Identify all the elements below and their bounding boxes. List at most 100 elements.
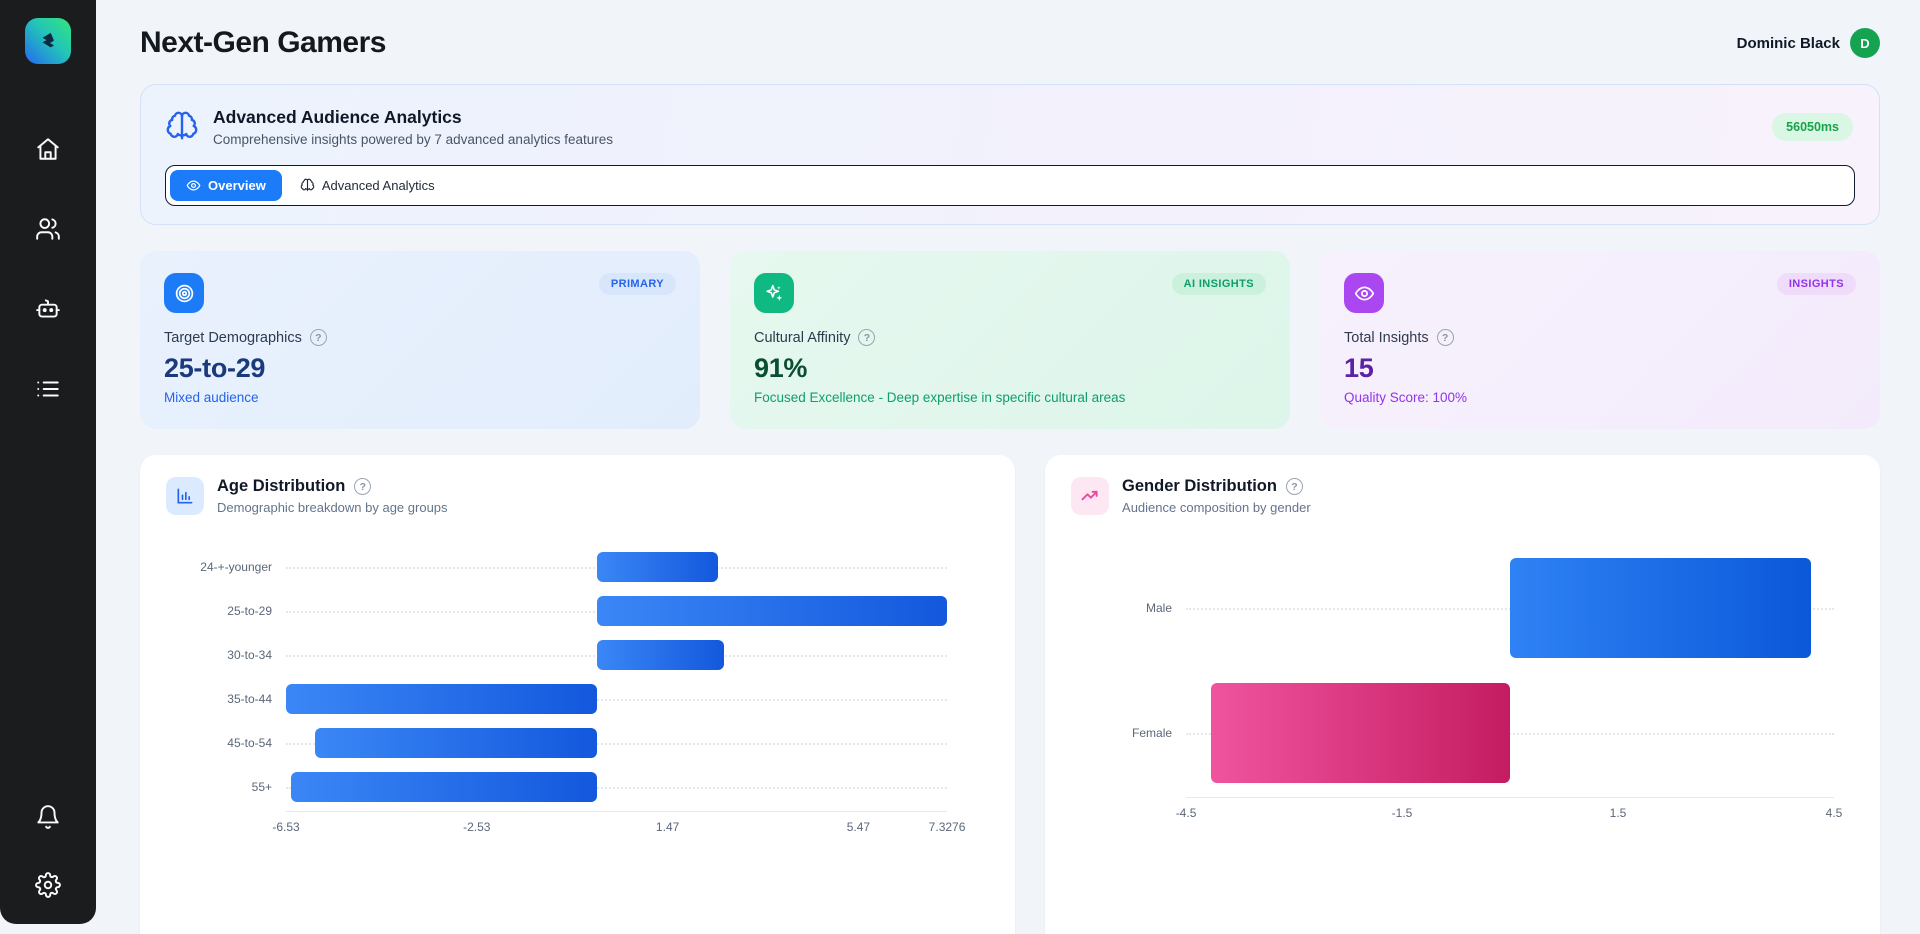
tab-advanced-analytics[interactable]: Advanced Analytics: [288, 170, 447, 201]
sidebar-nav: [35, 136, 61, 402]
chart-row: 24-+-younger: [166, 545, 989, 589]
age-distribution-card: Age Distribution ? Demographic breakdown…: [140, 455, 1016, 934]
help-icon[interactable]: ?: [1436, 329, 1454, 346]
category-label: 45-to-54: [227, 736, 272, 750]
charts-row: Age Distribution ? Demographic breakdown…: [140, 455, 1880, 934]
x-tick-label: 4.5: [1825, 806, 1843, 820]
stat-badge: AI INSIGHTS: [1171, 273, 1266, 295]
stat-label: Target Demographics: [164, 329, 302, 346]
category-label: Female: [1132, 725, 1173, 740]
stat-value: 25-to-29: [164, 353, 266, 383]
bell-icon[interactable]: [35, 804, 61, 830]
avatar[interactable]: D: [1850, 28, 1880, 58]
help-icon[interactable]: ?: [1285, 478, 1303, 495]
banner-title: Advanced Audience Analytics: [213, 107, 462, 127]
x-tick-label: 1.47: [655, 820, 680, 834]
x-tick-label: 7.3276: [928, 820, 966, 834]
bot-icon[interactable]: [35, 296, 61, 322]
x-axis: -4.5 -1.5 1.5 4.5: [1176, 797, 1842, 823]
user-menu[interactable]: Dominic Black D: [1737, 28, 1880, 58]
category-label: 55+: [251, 780, 272, 794]
tab-overview[interactable]: Overview: [170, 170, 282, 201]
chart-row: Male: [1071, 545, 1854, 670]
stat-subtext: Focused Excellence - Deep expertise in s…: [754, 390, 1126, 405]
brain-icon: [165, 110, 199, 144]
bar-55+: [290, 772, 598, 802]
x-axis: -6.53 -2.53 1.47 5.47 7.3276: [272, 811, 965, 837]
trending-up-icon: [1071, 477, 1110, 515]
sidebar: [0, 0, 96, 924]
tab-advanced-analytics-label: Advanced Analytics: [321, 178, 435, 193]
users-icon[interactable]: [35, 216, 61, 242]
category-label: Male: [1146, 600, 1173, 615]
stat-subtext: Quality Score: 100%: [1344, 390, 1468, 405]
banner-subtitle: Comprehensive insights powered by 7 adva…: [213, 132, 613, 147]
target-icon: [164, 273, 204, 313]
help-icon[interactable]: ?: [354, 478, 372, 495]
tab-bar: Overview Advanced Analytics: [165, 165, 1855, 206]
logo-glyph-icon: [42, 32, 54, 48]
stat-card-cultural-affinity: AI INSIGHTS Cultural Affinity ? 91% Focu…: [730, 251, 1290, 429]
bar-25-to-29: [597, 596, 948, 626]
stat-badge: PRIMARY: [598, 273, 676, 295]
chart-row: 30-to-34: [166, 633, 989, 677]
stat-label: Cultural Affinity: [754, 329, 851, 346]
gender-distribution-chart: Male Female -4.5 -1.5 1.5 4.5: [1071, 545, 1854, 823]
banner-text: Advanced Audience Analytics Comprehensiv…: [213, 107, 613, 147]
stat-card-target-demographics: PRIMARY Target Demographics ? 25-to-29 M…: [140, 251, 700, 429]
chart-subtitle: Demographic breakdown by age groups: [217, 500, 448, 515]
age-distribution-chart: 24-+-younger 25-to-29 30-to-34 35-to-44 45-t…: [166, 545, 989, 837]
eye-icon: [186, 180, 201, 191]
x-tick-label: -6.53: [272, 820, 300, 834]
bar-45-to-54: [315, 728, 598, 758]
home-icon[interactable]: [35, 136, 61, 162]
stat-label: Total Insights: [1344, 329, 1429, 346]
list-icon[interactable]: [35, 376, 61, 402]
category-label: 35-to-44: [227, 692, 272, 706]
brain-icon: [300, 178, 315, 192]
x-tick-label: -1.5: [1391, 806, 1413, 820]
chart-row: 35-to-44: [166, 677, 989, 721]
gender-distribution-card: Gender Distribution ? Audience compositi…: [1045, 455, 1880, 934]
eye-icon: [1344, 273, 1384, 313]
stat-subtext: Mixed audience: [164, 390, 259, 405]
chart-title: Gender Distribution: [1122, 477, 1277, 495]
app-logo[interactable]: [25, 18, 71, 64]
bar-Male: [1510, 557, 1811, 658]
page-title: Next-Gen Gamers: [140, 26, 386, 59]
chart-title: Age Distribution: [217, 477, 346, 495]
bar-24-+-younger: [597, 552, 719, 582]
x-tick-label: 1.5: [1609, 806, 1627, 820]
stat-value: 15: [1344, 353, 1374, 383]
main-content: Next-Gen Gamers Dominic Black D Advanced…: [96, 0, 1920, 934]
user-name: Dominic Black: [1736, 34, 1840, 52]
category-label: 25-to-29: [227, 604, 272, 618]
chart-subtitle: Audience composition by gender: [1122, 500, 1311, 515]
x-tick-label: 5.47: [846, 820, 871, 834]
chart-row: Female: [1071, 670, 1854, 795]
stat-card-total-insights: INSIGHTS Total Insights ? 15 Quality Sco…: [1320, 251, 1880, 429]
sidebar-bottom-nav: [35, 804, 61, 898]
analytics-banner: Advanced Audience Analytics Comprehensiv…: [140, 84, 1880, 225]
stat-cards: PRIMARY Target Demographics ? 25-to-29 M…: [140, 251, 1880, 429]
latency-badge: 56050ms: [1772, 113, 1853, 141]
stat-value: 91%: [754, 353, 808, 383]
bar-35-to-44: [286, 684, 598, 714]
chart-row: 25-to-29: [166, 589, 989, 633]
help-icon[interactable]: ?: [858, 329, 876, 346]
help-icon[interactable]: ?: [309, 329, 327, 346]
chart-row: 55+: [166, 765, 989, 809]
bar-Female: [1211, 682, 1510, 783]
chart-row: 45-to-54: [166, 721, 989, 765]
sparkles-icon: [754, 273, 794, 313]
x-tick-label: -2.53: [463, 820, 491, 834]
x-tick-label: -4.5: [1175, 806, 1197, 820]
tab-overview-label: Overview: [208, 178, 266, 193]
settings-icon[interactable]: [35, 872, 61, 898]
bar-30-to-34: [597, 640, 724, 670]
stat-badge: INSIGHTS: [1776, 273, 1856, 295]
bar-chart-icon: [166, 477, 204, 515]
topbar: Next-Gen Gamers Dominic Black D: [140, 26, 1880, 60]
category-label: 30-to-34: [227, 648, 272, 662]
category-label: 24-+-younger: [200, 560, 272, 574]
